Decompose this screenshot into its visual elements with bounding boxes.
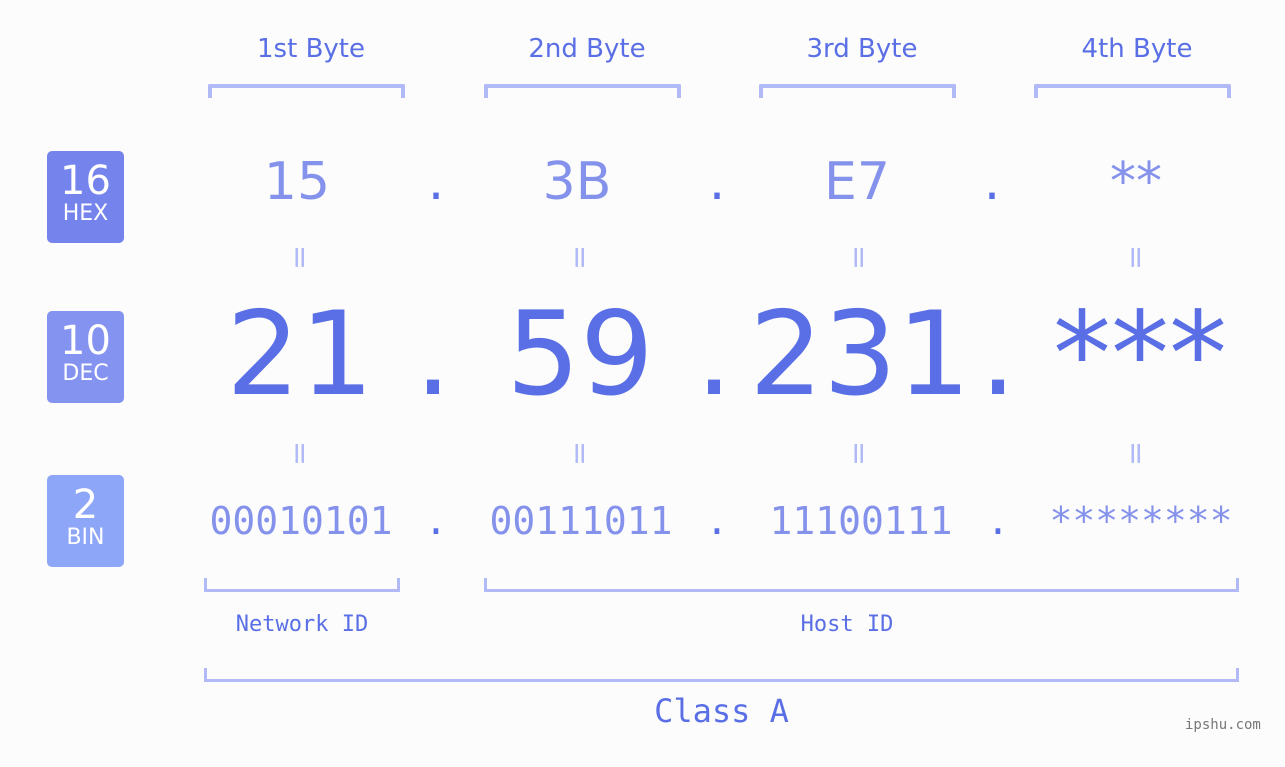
class-label: Class A — [654, 692, 789, 730]
byte-header-3: 3rd Byte — [806, 34, 918, 64]
bin-byte-4: ******** — [1049, 499, 1233, 543]
dec-badge-label: DEC — [62, 361, 109, 386]
dec-separator-1: . — [414, 287, 452, 422]
byte-header-1: 1st Byte — [257, 34, 365, 64]
byte-header-2: 2nd Byte — [528, 34, 646, 64]
hex-byte-2: 3B — [542, 152, 612, 212]
equals-icon: = — [841, 244, 877, 271]
dec-byte-1: 21 — [226, 287, 374, 422]
byte-header-4: 4th Byte — [1081, 34, 1193, 64]
byte-bracket-3 — [759, 84, 956, 98]
hex-badge-number: 16 — [60, 158, 111, 204]
bin-separator-2: . — [705, 499, 729, 543]
equals-icon: = — [1118, 244, 1154, 271]
equals-icon: = — [282, 244, 318, 271]
bin-separator-3: . — [986, 499, 1010, 543]
equals-icon: = — [1118, 440, 1154, 467]
host-id-label: Host ID — [800, 612, 894, 637]
bin-badge-label: BIN — [66, 525, 105, 550]
hex-separator-2: . — [708, 152, 726, 212]
dec-separator-3: . — [979, 287, 1017, 422]
equals-icon: = — [562, 244, 598, 271]
hex-separator-1: . — [427, 152, 445, 212]
byte-bracket-1 — [208, 84, 405, 98]
dec-separator-2: . — [695, 287, 733, 422]
dec-byte-3: 231 — [749, 287, 971, 422]
bin-separator-1: . — [424, 499, 448, 543]
hex-badge-label: HEX — [62, 201, 109, 226]
bin-byte-1: 00010101 — [209, 499, 393, 543]
bin-badge: 2 BIN — [47, 475, 124, 567]
bin-badge-number: 2 — [72, 482, 99, 528]
hex-byte-4: ** — [1110, 152, 1162, 212]
equals-icon: = — [562, 440, 598, 467]
hex-byte-1: 15 — [263, 152, 331, 212]
network-id-label: Network ID — [235, 612, 369, 637]
class-bracket — [204, 668, 1239, 682]
dec-badge: 10 DEC — [47, 311, 124, 403]
hex-byte-3: E7 — [824, 152, 890, 212]
equals-icon: = — [282, 440, 318, 467]
bin-byte-3: 11100111 — [769, 499, 953, 543]
bin-byte-2: 00111011 — [489, 499, 673, 543]
network-id-bracket — [204, 578, 400, 592]
dec-byte-2: 59 — [506, 287, 654, 422]
byte-bracket-2 — [484, 84, 681, 98]
hex-separator-3: . — [983, 152, 1001, 212]
watermark: ipshu.com — [1185, 717, 1261, 733]
host-id-bracket — [484, 578, 1239, 592]
hex-badge: 16 HEX — [47, 151, 124, 243]
byte-bracket-4 — [1034, 84, 1231, 98]
dec-badge-number: 10 — [60, 318, 111, 364]
equals-icon: = — [841, 440, 877, 467]
dec-byte-4: *** — [1053, 287, 1227, 422]
